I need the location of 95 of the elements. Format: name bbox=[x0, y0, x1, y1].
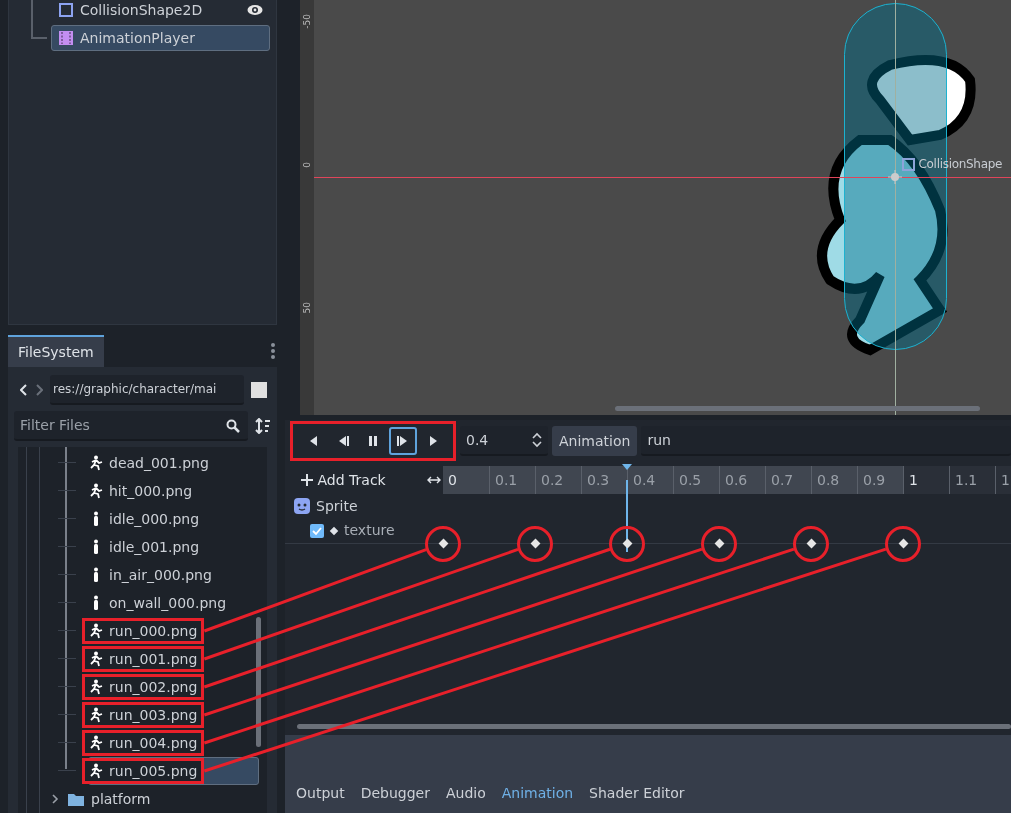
tree-line bbox=[31, 0, 47, 39]
folder-icon bbox=[68, 792, 84, 806]
keyframe-icon[interactable] bbox=[714, 538, 724, 549]
animation-name-field[interactable]: run bbox=[641, 426, 1011, 456]
figure-icon bbox=[89, 679, 103, 695]
track-name: Sprite bbox=[316, 496, 358, 516]
tree-branch-line bbox=[58, 770, 76, 771]
time-tick-label: 1. bbox=[995, 466, 1011, 494]
ruler-label: 50 bbox=[302, 302, 312, 314]
panel-tab[interactable]: Audio bbox=[445, 783, 486, 804]
tree-branch-line bbox=[58, 490, 76, 491]
ruler-label: -50 bbox=[302, 14, 312, 29]
spinner-icon[interactable] bbox=[532, 432, 542, 448]
file-item[interactable]: dead_001.png bbox=[82, 450, 216, 476]
panel-tab[interactable]: Shader Editor bbox=[589, 783, 685, 804]
file-item[interactable]: in_air_000.png bbox=[82, 562, 219, 588]
figure-icon bbox=[89, 455, 103, 471]
checkbox[interactable] bbox=[310, 523, 324, 538]
tree-branch-line bbox=[58, 630, 76, 631]
tree-branch-line bbox=[58, 462, 76, 463]
time-value: 0.4 bbox=[466, 430, 490, 450]
panel-tab[interactable]: Debugger bbox=[360, 783, 430, 804]
square-icon bbox=[58, 2, 74, 18]
sort-icon[interactable] bbox=[255, 418, 271, 434]
menu-icon[interactable] bbox=[271, 343, 275, 359]
figure-icon bbox=[89, 763, 103, 779]
scrollbar-thumb[interactable] bbox=[256, 617, 261, 747]
tree-branch-line bbox=[58, 714, 76, 715]
time-tick-label: 0.5 bbox=[673, 466, 702, 494]
ruler-label: 0 bbox=[302, 162, 312, 168]
file-item[interactable]: on_wall_000.png bbox=[82, 590, 234, 616]
step-forward-button[interactable] bbox=[389, 427, 417, 455]
time-tick-label: 0.3 bbox=[581, 466, 610, 494]
scrollbar-thumb[interactable] bbox=[615, 406, 980, 411]
keyframe-icon[interactable] bbox=[622, 538, 632, 549]
timeline-ruler[interactable]: 0 0.1 0.2 0.3 0.4 0.5 0.6 0.7 0.8 0.9 1 1.1 1. bbox=[443, 466, 1011, 494]
tree-branch-line bbox=[58, 742, 76, 743]
keyframe-icon[interactable] bbox=[530, 538, 540, 549]
track-property: texture bbox=[344, 521, 395, 540]
add-track-button[interactable]: Add Track bbox=[300, 469, 386, 491]
time-tick-label: 0.1 bbox=[489, 466, 518, 494]
file-item[interactable]: run_004.png bbox=[82, 730, 205, 756]
tree-branch-line bbox=[58, 602, 76, 603]
time-tick-label: 0.8 bbox=[811, 466, 840, 494]
film-icon bbox=[58, 30, 74, 46]
back-icon[interactable] bbox=[20, 384, 28, 396]
folder-item[interactable]: platform bbox=[68, 788, 151, 810]
forward-icon[interactable] bbox=[35, 384, 43, 396]
time-tick-label: 0.9 bbox=[857, 466, 886, 494]
figure-icon bbox=[89, 735, 103, 751]
file-item[interactable]: run_002.png bbox=[82, 674, 205, 700]
file-item[interactable]: run_001.png bbox=[82, 646, 205, 672]
figure-icon bbox=[89, 623, 103, 639]
filter-field[interactable]: Filter Files bbox=[14, 411, 248, 441]
file-item[interactable]: hit_000.png bbox=[82, 478, 200, 504]
time-tick-label: 0 bbox=[447, 471, 457, 490]
collision-shape-icon bbox=[902, 157, 915, 171]
figure-icon bbox=[89, 483, 103, 499]
path-field[interactable]: res://graphic/character/mai bbox=[50, 375, 244, 405]
tree-branch-line bbox=[58, 546, 76, 547]
filesystem-tab[interactable]: FileSystem bbox=[8, 335, 104, 367]
pause-icon bbox=[366, 434, 380, 448]
time-tick-label: 0.2 bbox=[535, 466, 564, 494]
keyframe-icon[interactable] bbox=[898, 538, 908, 549]
playhead-handle-icon[interactable] bbox=[622, 464, 632, 470]
search-icon bbox=[226, 419, 240, 433]
face-icon bbox=[294, 498, 310, 514]
expand-horizontal-icon[interactable] bbox=[427, 476, 441, 484]
file-item[interactable]: run_005.png bbox=[82, 758, 205, 784]
animation-button[interactable]: Animation bbox=[552, 426, 638, 456]
scrollbar-thumb[interactable] bbox=[297, 724, 1011, 729]
file-item[interactable]: idle_000.png bbox=[82, 506, 207, 532]
keyframe-icon[interactable] bbox=[438, 538, 448, 549]
figure-icon bbox=[89, 707, 103, 723]
plus-icon bbox=[300, 473, 314, 487]
eye-icon[interactable] bbox=[247, 4, 263, 16]
tree-branch-line bbox=[58, 686, 76, 687]
file-item[interactable]: run_000.png bbox=[82, 618, 205, 644]
tree-branch-line bbox=[58, 518, 76, 519]
scene-node[interactable]: CollisionShape2D bbox=[51, 0, 270, 23]
panel-tab[interactable]: Animation bbox=[501, 783, 574, 804]
time-tick-label: 1 bbox=[903, 466, 918, 494]
tree-branch-line bbox=[58, 574, 76, 575]
figure-icon bbox=[89, 651, 103, 667]
pivot-icon bbox=[888, 170, 902, 184]
time-tick-label: 1.1 bbox=[949, 466, 978, 494]
file-item[interactable]: run_003.png bbox=[82, 702, 205, 728]
panel-tab[interactable]: Output bbox=[296, 783, 345, 804]
file-item[interactable]: idle_001.png bbox=[82, 534, 207, 560]
time-tick-label: 0.6 bbox=[719, 466, 748, 494]
time-tick-label: 0.7 bbox=[765, 466, 794, 494]
tree-branch-line bbox=[58, 658, 76, 659]
scene-node[interactable]: AnimationPlayer bbox=[51, 25, 270, 51]
time-field[interactable]: 0.4 bbox=[460, 426, 548, 456]
keyframe-icon[interactable] bbox=[806, 538, 816, 549]
